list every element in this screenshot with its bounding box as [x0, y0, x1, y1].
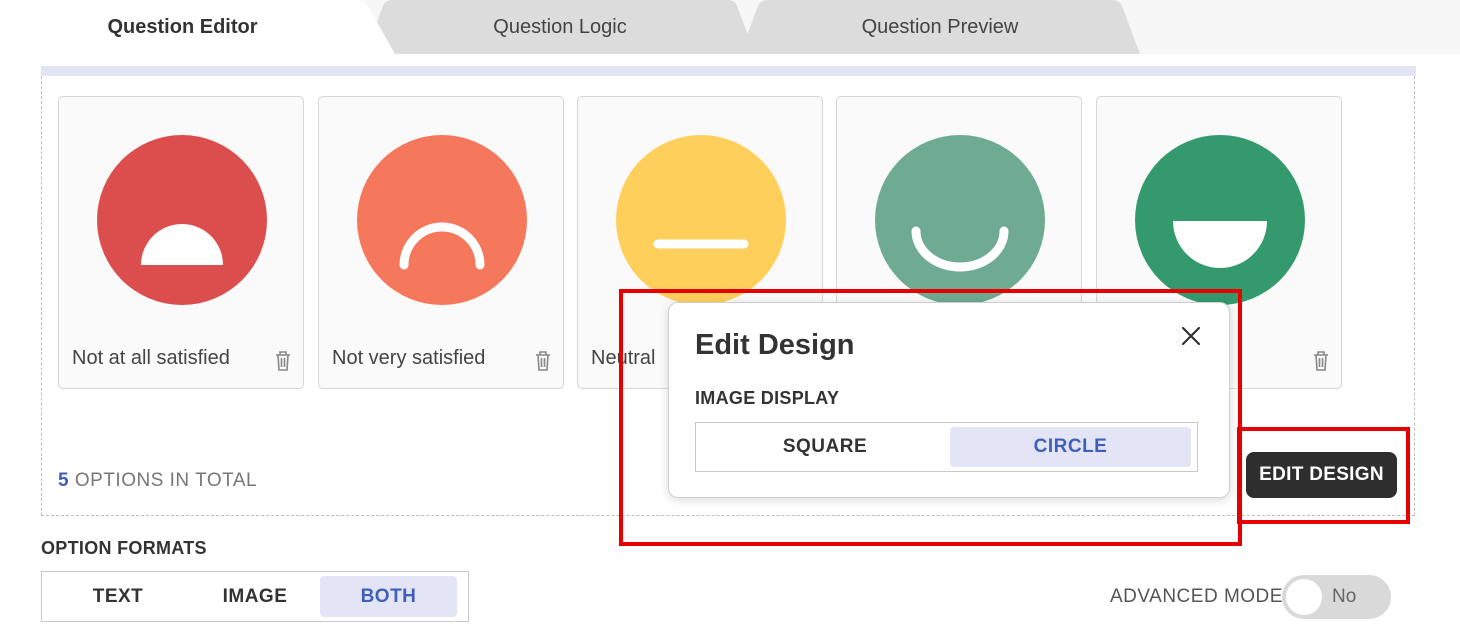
option-formats-label: OPTION FORMATS: [41, 538, 207, 558]
tab-question-editor[interactable]: Question Editor: [0, 0, 395, 54]
advanced-mode-toggle[interactable]: No: [1282, 575, 1391, 619]
toggle-value: No: [1332, 586, 1357, 607]
options-total: 5 OPTIONS IN TOTAL: [58, 470, 257, 492]
tab-label: Question Preview: [861, 15, 1019, 38]
editor-top-bar: [41, 66, 1416, 76]
tab-question-logic[interactable]: Question Logic: [365, 0, 755, 54]
option-label[interactable]: Not very satisfied: [332, 347, 485, 370]
very-sad-face-icon: [97, 135, 267, 305]
format-image-option[interactable]: IMAGE: [190, 576, 320, 617]
options-total-label: OPTIONS IN TOTAL: [74, 470, 258, 491]
option-label[interactable]: Not at all satisfied: [72, 347, 230, 370]
trash-icon[interactable]: [273, 349, 293, 373]
very-happy-face-icon: [1135, 135, 1305, 305]
options-count: 5: [58, 470, 70, 491]
tab-label: Question Logic: [493, 15, 627, 38]
tab-bar: Question Logic Question Preview Question…: [0, 0, 1460, 54]
sad-face-icon: [357, 135, 527, 305]
highlight-box-button: [1237, 427, 1410, 524]
advanced-mode-label: ADVANCED MODE: [1110, 586, 1283, 607]
format-text-option[interactable]: TEXT: [46, 576, 190, 617]
highlight-box-popover: [619, 289, 1242, 546]
tab-label: Question Editor: [107, 15, 258, 38]
format-both-option[interactable]: BOTH: [320, 576, 457, 617]
option-card[interactable]: Not at all satisfied: [58, 96, 304, 389]
tab-question-preview[interactable]: Question Preview: [740, 0, 1140, 54]
option-format-selector: TEXT IMAGE BOTH: [41, 571, 469, 622]
happy-face-icon: [875, 135, 1045, 305]
toggle-knob: [1286, 579, 1322, 615]
neutral-face-icon: [616, 135, 786, 305]
option-card[interactable]: Not very satisfied: [318, 96, 564, 389]
trash-icon[interactable]: [533, 349, 553, 373]
trash-icon[interactable]: [1311, 349, 1331, 373]
